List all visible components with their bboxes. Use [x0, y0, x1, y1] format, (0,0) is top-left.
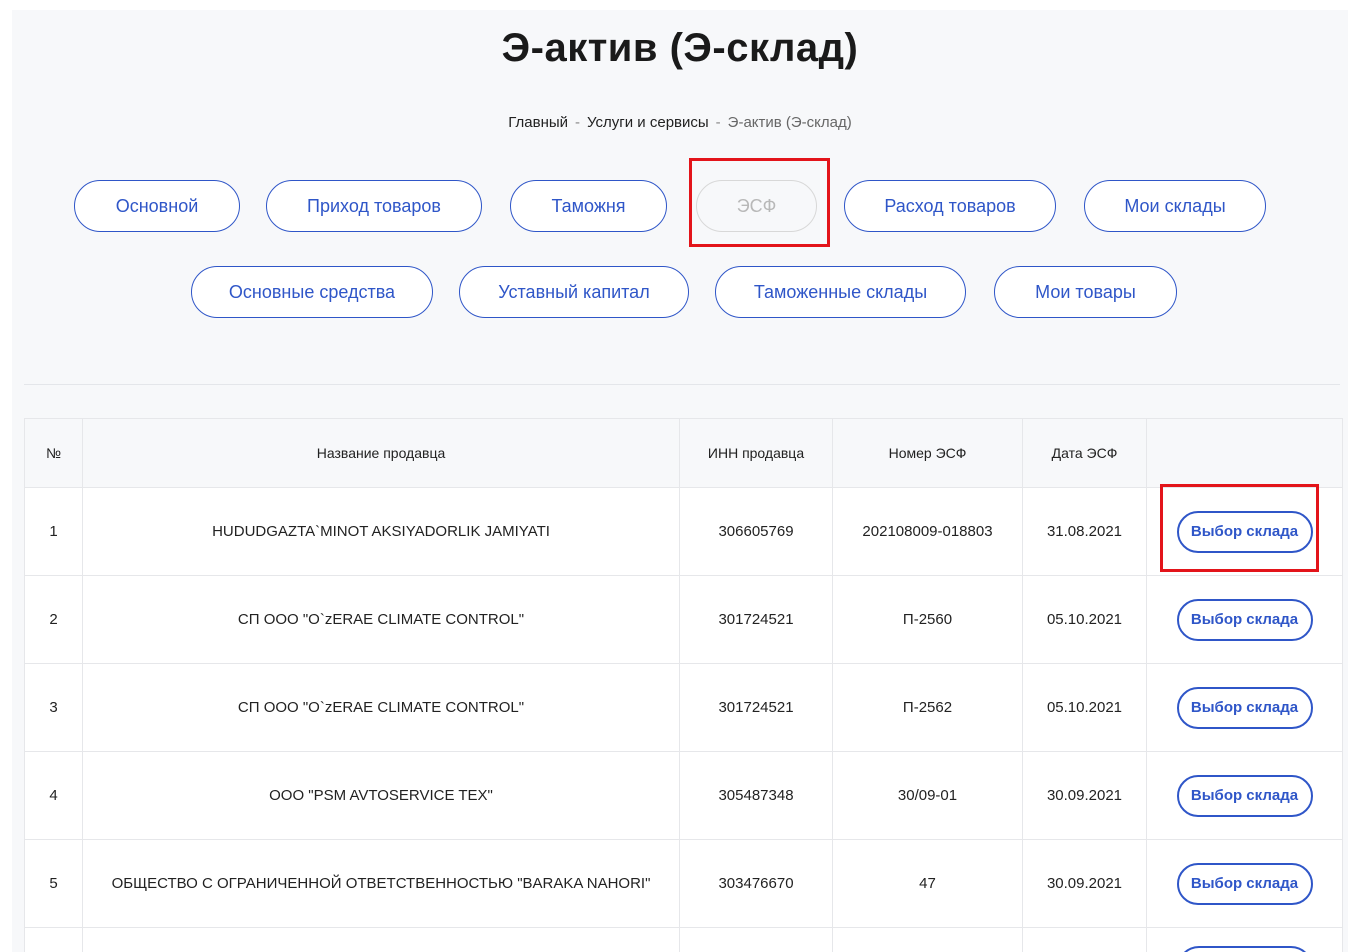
breadcrumb-separator: -	[715, 114, 721, 131]
cell-action: Выбор склада	[1146, 839, 1343, 928]
cell-action	[1146, 927, 1343, 952]
cell-seller-name: ООО "PSM AVTOSERVICE TEX"	[82, 751, 680, 840]
tab-fixed-assets[interactable]: Основные средства	[191, 266, 433, 318]
cell-num: 2	[24, 575, 83, 664]
choose-warehouse-button[interactable]	[1176, 946, 1313, 952]
tab-authorized-capital[interactable]: Уставный капитал	[459, 266, 689, 318]
cell-seller-name	[82, 927, 680, 952]
cell-seller-name: СП ООО "O`zERAE CLIMATE CONTROL"	[82, 663, 680, 752]
tab-esf: ЭСФ	[696, 180, 817, 232]
cell-action: Выбор склада	[1146, 487, 1343, 576]
cell-num	[24, 927, 83, 952]
cell-esf-date: 31.08.2021	[1022, 487, 1147, 576]
cell-seller-inn: 303476670	[679, 839, 833, 928]
cell-esf-date: 30.09.2021	[1022, 751, 1147, 840]
header-seller-inn: ИНН продавца	[679, 418, 833, 488]
cell-num: 3	[24, 663, 83, 752]
choose-warehouse-button[interactable]: Выбор склада	[1176, 686, 1313, 729]
tab-customs[interactable]: Таможня	[510, 180, 667, 232]
cell-esf-number: 202108009-018803	[832, 487, 1023, 576]
cell-action: Выбор склада	[1146, 751, 1343, 840]
choose-warehouse-button[interactable]: Выбор склада	[1176, 510, 1313, 553]
divider	[24, 384, 1340, 385]
header-seller-name: Название продавца	[82, 418, 680, 488]
esf-table: № Название продавца ИНН продавца Номер Э…	[24, 418, 1343, 952]
breadcrumb-current: Э-актив (Э-склад)	[727, 114, 852, 131]
cell-esf-date: 05.10.2021	[1022, 663, 1147, 752]
tab-customs-warehouses[interactable]: Таможенные склады	[715, 266, 966, 318]
cell-esf-number: 30/09-01	[832, 751, 1023, 840]
table-row: 2 СП ООО "O`zERAE CLIMATE CONTROL" 30172…	[24, 575, 1343, 664]
choose-warehouse-button[interactable]: Выбор склада	[1176, 774, 1313, 817]
cell-num: 4	[24, 751, 83, 840]
cell-seller-inn: 301724521	[679, 663, 833, 752]
table-header-row: № Название продавца ИНН продавца Номер Э…	[24, 418, 1343, 488]
table-row: 4 ООО "PSM AVTOSERVICE TEX" 305487348 30…	[24, 751, 1343, 840]
cell-seller-inn: 306605769	[679, 487, 833, 576]
cell-seller-name: СП ООО "O`zERAE CLIMATE CONTROL"	[82, 575, 680, 664]
cell-seller-name: HUDUDGAZTA`MINOT AKSIYADORLIK JAMIYATI	[82, 487, 680, 576]
tab-my-warehouses[interactable]: Мои склады	[1084, 180, 1266, 232]
breadcrumb-services-link[interactable]: Услуги и сервисы	[587, 114, 709, 131]
breadcrumb-home-link[interactable]: Главный	[508, 114, 568, 131]
table-row: 3 СП ООО "O`zERAE CLIMATE CONTROL" 30172…	[24, 663, 1343, 752]
cell-num: 5	[24, 839, 83, 928]
tab-my-goods[interactable]: Мои товары	[994, 266, 1177, 318]
cell-esf-date: 30.09.2021	[1022, 839, 1147, 928]
cell-action: Выбор склада	[1146, 575, 1343, 664]
cell-seller-inn	[679, 927, 833, 952]
tab-goods-receipt[interactable]: Приход товаров	[266, 180, 482, 232]
cell-seller-inn: 301724521	[679, 575, 833, 664]
header-esf-date: Дата ЭСФ	[1022, 418, 1147, 488]
header-actions	[1146, 418, 1343, 488]
cell-esf-number: 47	[832, 839, 1023, 928]
cell-esf-date	[1022, 927, 1147, 952]
breadcrumb: Главный - Услуги и сервисы - Э-актив (Э-скла…	[12, 114, 1348, 131]
breadcrumb-separator: -	[575, 114, 581, 131]
table-row: 5 ОБЩЕСТВО С ОГРАНИЧЕННОЙ ОТВЕТСТВЕННОСТ…	[24, 839, 1343, 928]
cell-esf-number: П-2560	[832, 575, 1023, 664]
tab-goods-expense[interactable]: Расход товаров	[844, 180, 1056, 232]
tab-main[interactable]: Основной	[74, 180, 240, 232]
header-esf-number: Номер ЭСФ	[832, 418, 1023, 488]
cell-esf-date: 05.10.2021	[1022, 575, 1147, 664]
page: Э-актив (Э-склад) Главный - Услуги и серви…	[12, 10, 1348, 952]
cell-num: 1	[24, 487, 83, 576]
choose-warehouse-button[interactable]: Выбор склада	[1176, 598, 1313, 641]
cell-seller-name: ОБЩЕСТВО С ОГРАНИЧЕННОЙ ОТВЕТСТВЕННОСТЬЮ…	[82, 839, 680, 928]
table-row-partial	[24, 927, 1343, 952]
cell-esf-number: П-2562	[832, 663, 1023, 752]
header-num: №	[24, 418, 83, 488]
page-title: Э-актив (Э-склад)	[501, 26, 859, 70]
cell-esf-number	[832, 927, 1023, 952]
table-row: 1 HUDUDGAZTA`MINOT AKSIYADORLIK JAMIYATI…	[24, 487, 1343, 576]
choose-warehouse-button[interactable]: Выбор склада	[1176, 862, 1313, 905]
cell-seller-inn: 305487348	[679, 751, 833, 840]
cell-action: Выбор склада	[1146, 663, 1343, 752]
